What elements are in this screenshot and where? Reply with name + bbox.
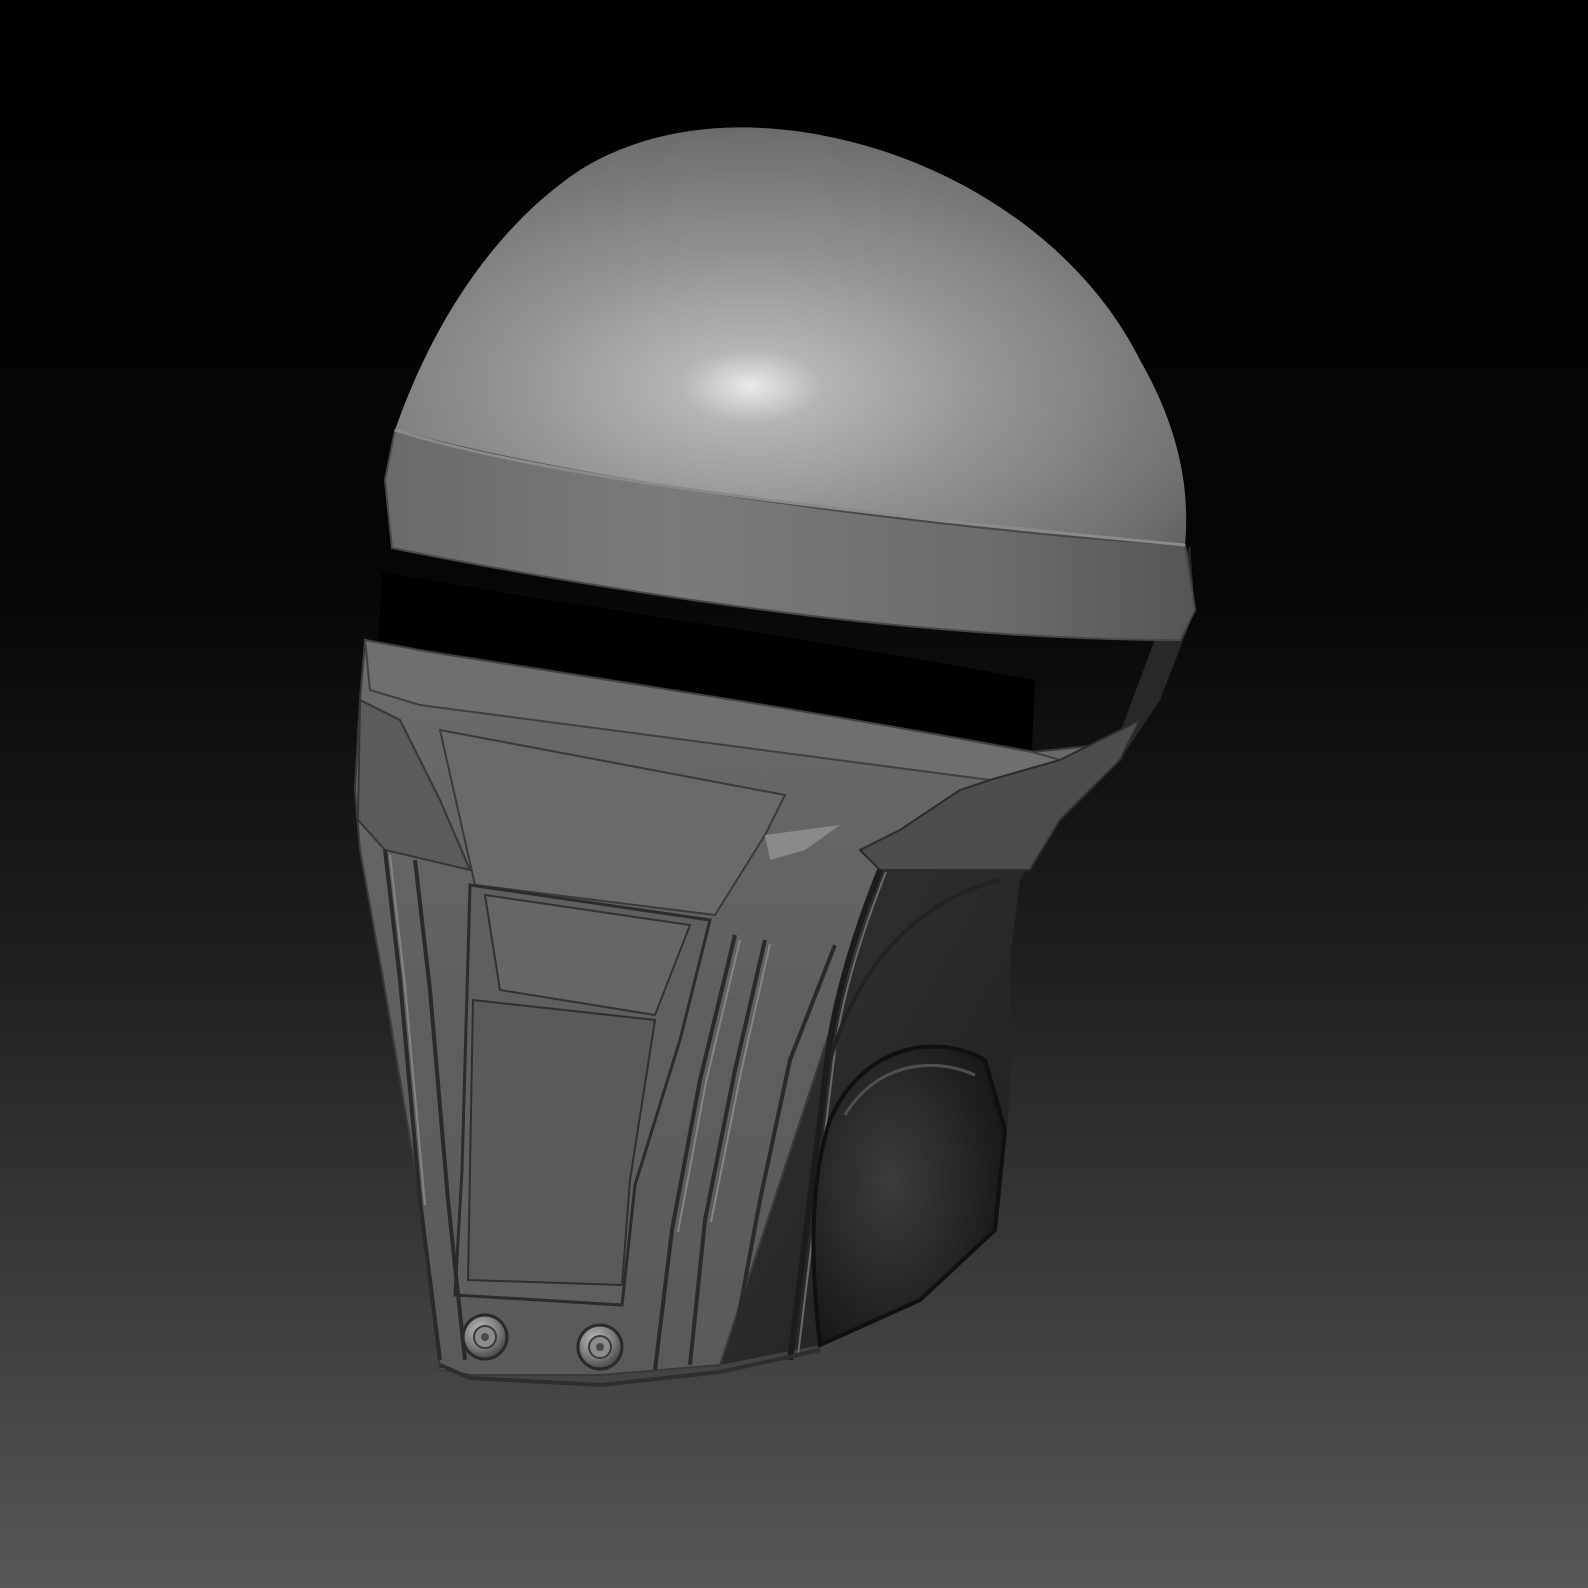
chin-bolt-right [576, 1323, 624, 1371]
render-viewport [0, 0, 1588, 1588]
chin-bolt-left [461, 1313, 509, 1361]
helmet-render [353, 127, 1197, 1388]
